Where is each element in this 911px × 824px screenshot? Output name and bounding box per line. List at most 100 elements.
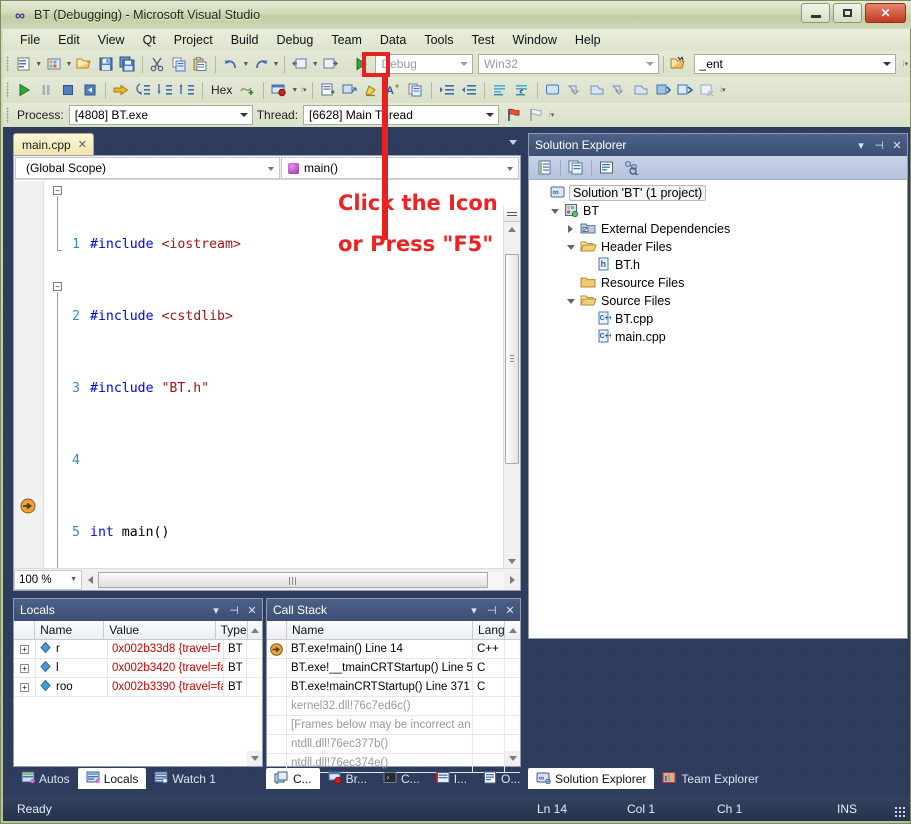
locals-cell-value[interactable]: 0x002b33d8 {travel=f — [108, 639, 224, 659]
database-tools-icon[interactable] — [339, 80, 361, 101]
debug-toolbar-overflow-icon[interactable]: ⁞▾ — [299, 80, 308, 101]
pin-icon[interactable]: ⊣ — [484, 602, 500, 618]
menu-qt[interactable]: Qt — [134, 31, 165, 49]
vertical-scroll-thumb[interactable] — [505, 254, 519, 464]
menu-window[interactable]: Window — [503, 31, 565, 49]
call-stack-cell-name[interactable]: [Frames below may be incorrect an — [287, 715, 473, 735]
decrease-indent-icon[interactable] — [458, 80, 480, 101]
find-combo[interactable]: _ent — [693, 54, 897, 74]
locals-header-value[interactable]: Value — [104, 621, 216, 639]
close-icon[interactable]: ✕ — [502, 602, 518, 618]
call-stack-header-lang[interactable]: Lang — [473, 621, 505, 639]
tab-locals[interactable]: Locals — [77, 768, 147, 789]
row-expander[interactable]: + — [14, 677, 36, 697]
undo-icon[interactable] — [220, 54, 241, 75]
undo-chevron-down-icon[interactable]: ▼ — [241, 54, 250, 75]
tab-team-explorer[interactable]: Team Explorer — [654, 768, 766, 789]
menu-edit[interactable]: Edit — [49, 31, 89, 49]
table-row[interactable]: + roo 0x002b3390 {travel=fa BT * — [14, 677, 262, 697]
view-code-icon[interactable] — [595, 157, 619, 179]
cut-icon[interactable] — [147, 54, 168, 75]
copy-style-icon[interactable] — [405, 80, 427, 101]
next-bookmark-icon[interactable] — [674, 80, 696, 101]
tree-item-solution[interactable]: ∞ Solution 'BT' (1 project) — [533, 184, 907, 202]
navigate-backward-chevron-down-icon[interactable]: ▼ — [311, 54, 320, 75]
redo-icon[interactable] — [250, 54, 271, 75]
tree-item-file-bt-cpp[interactable]: C++ BT.cpp — [533, 310, 907, 328]
highlight-tool-icon[interactable] — [361, 80, 383, 101]
menu-build[interactable]: Build — [222, 31, 268, 49]
properties-icon[interactable] — [533, 157, 557, 179]
tab-autos[interactable]: Autos — [13, 768, 78, 789]
menu-data[interactable]: Data — [371, 31, 415, 49]
table-row[interactable]: kernel32.dll!76c7ed6c() — [267, 696, 520, 716]
call-stack-scroll-down-icon[interactable] — [505, 751, 520, 766]
document-list-chevron-down-icon[interactable] — [509, 140, 517, 145]
locals-header-name[interactable]: Name — [35, 621, 105, 639]
expander-open-icon[interactable] — [565, 296, 576, 307]
add-item-icon[interactable] — [43, 54, 64, 75]
tree-item-header-files[interactable]: Header Files — [533, 238, 907, 256]
toolbar-grip[interactable] — [6, 56, 9, 72]
chevron-down-icon[interactable]: ▾ — [853, 137, 869, 153]
restart-icon[interactable] — [79, 80, 101, 101]
minimize-button[interactable] — [801, 3, 830, 23]
locals-scroll-down-icon[interactable] — [247, 751, 262, 766]
uncomment-block-icon[interactable] — [511, 80, 533, 101]
hex-display-button[interactable]: Hex — [211, 83, 232, 97]
table-row[interactable]: + r 0x002b33d8 {travel=f BT * — [14, 639, 262, 659]
expander-closed-icon[interactable] — [565, 224, 576, 235]
redo-chevron-down-icon[interactable]: ▼ — [272, 54, 281, 75]
tree-item-source-files[interactable]: Source Files — [533, 292, 907, 310]
continue-icon[interactable] — [13, 80, 35, 101]
show-all-files-icon[interactable] — [564, 157, 588, 179]
save-all-icon[interactable] — [116, 54, 137, 75]
table-row[interactable]: + l 0x002b3420 {travel=fa BT * — [14, 658, 262, 678]
process-combo[interactable]: [4808] BT.exe — [68, 105, 253, 125]
menu-view[interactable]: View — [89, 31, 134, 49]
pin-icon[interactable]: ⊣ — [226, 602, 242, 618]
scroll-right-icon[interactable] — [504, 575, 520, 584]
horizontal-scroll-track[interactable] — [98, 571, 504, 588]
open-file-icon[interactable] — [73, 54, 94, 75]
table-row[interactable]: BT.exe!main() Line 14 C++ — [267, 639, 520, 659]
toolbar-overflow-icon[interactable]: ⁞▾ — [901, 54, 910, 75]
expand-outlining-icon[interactable] — [586, 80, 608, 101]
scroll-left-icon[interactable] — [82, 575, 98, 584]
locals-header-type[interactable]: Type — [216, 621, 248, 639]
step-over-icon[interactable] — [154, 80, 176, 101]
increase-indent-icon[interactable] — [436, 80, 458, 101]
new-project-icon[interactable] — [13, 54, 34, 75]
table-row[interactable]: BT.exe!__tmainCRTStartup() Line 5 C — [267, 658, 520, 678]
step-into-icon[interactable] — [132, 80, 154, 101]
close-icon[interactable]: ✕ — [244, 602, 260, 618]
breakpoint-window-icon[interactable] — [268, 80, 290, 101]
chevron-down-icon[interactable]: ▾ — [466, 602, 482, 618]
breakpoint-chevron-down-icon[interactable]: ▼ — [290, 80, 299, 101]
threads-marker-icon[interactable] — [237, 80, 259, 101]
show-next-statement-icon[interactable] — [110, 80, 132, 101]
new-query-icon[interactable] — [317, 80, 339, 101]
close-icon[interactable]: ✕ — [78, 138, 87, 151]
scope-combo[interactable]: (Global Scope) — [15, 157, 280, 179]
menu-test[interactable]: Test — [463, 31, 504, 49]
collapse-to-definitions-icon[interactable] — [564, 80, 586, 101]
tree-item-file-main-cpp[interactable]: C++ main.cpp — [533, 328, 907, 346]
tree-item-file-bt-h[interactable]: h BT.h — [533, 256, 907, 274]
thread-combo[interactable]: [6628] Main Thread — [303, 105, 500, 125]
menu-team[interactable]: Team — [322, 31, 371, 49]
locals-scroll-up-icon[interactable] — [248, 621, 262, 639]
call-stack-scroll-up-icon[interactable] — [505, 621, 520, 639]
add-item-chevron-down-icon[interactable]: ▼ — [65, 54, 74, 75]
stop-debugging-icon[interactable] — [57, 80, 79, 101]
call-stack-cell-name[interactable]: BT.exe!main() Line 14 — [287, 639, 473, 659]
expander-open-icon[interactable] — [549, 206, 560, 217]
stop-outlining-icon[interactable] — [608, 80, 630, 101]
navigate-forward-icon[interactable] — [320, 54, 341, 75]
call-stack-cell-name[interactable]: BT.exe!__tmainCRTStartup() Line 5 — [287, 658, 473, 678]
chevron-down-icon[interactable]: ▾ — [208, 602, 224, 618]
new-project-chevron-down-icon[interactable]: ▼ — [34, 54, 43, 75]
tab-immediate-window[interactable]: I... — [428, 768, 475, 789]
table-row[interactable]: ntdll.dll!76ec377b() — [267, 734, 520, 754]
paste-icon[interactable] — [190, 54, 211, 75]
